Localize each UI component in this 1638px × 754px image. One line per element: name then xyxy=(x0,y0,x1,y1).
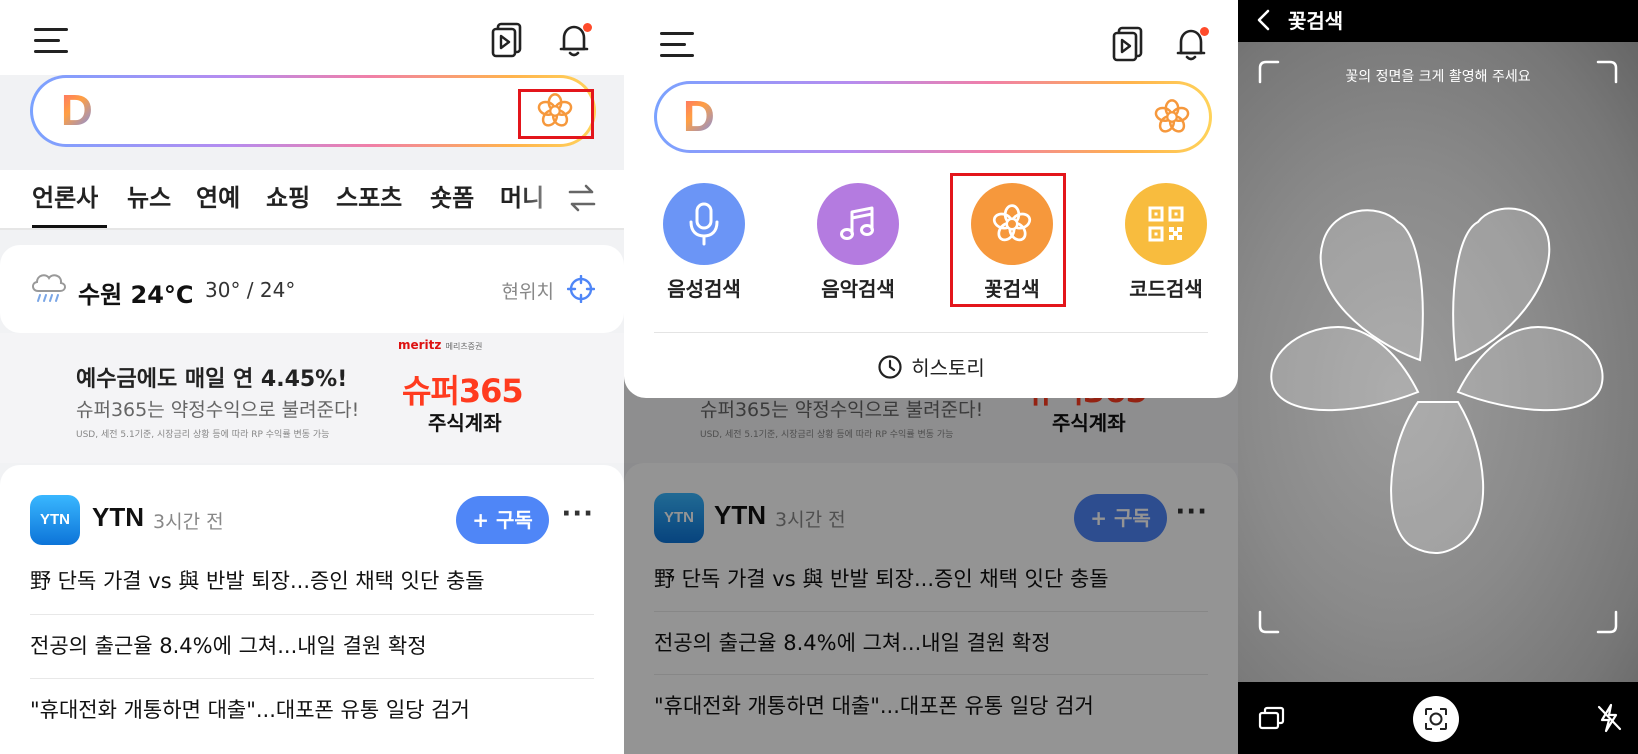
swap-arrows-icon[interactable] xyxy=(566,182,598,218)
tab-press[interactable]: 언론사 xyxy=(32,178,98,213)
shortform-video-icon[interactable] xyxy=(490,22,524,62)
daum-logo-icon: D xyxy=(61,86,93,135)
current-location-label[interactable]: 현위치 xyxy=(502,277,554,304)
top-bar xyxy=(0,0,624,75)
quick-search-dropdown: D 음성검색 음악검색 꽃검색 코드검색 히스토리 xyxy=(624,0,1238,398)
notification-bell-icon[interactable] xyxy=(558,22,592,62)
music-search-button[interactable]: 음악검색 xyxy=(803,183,913,302)
ad-brand-name: meritz xyxy=(398,338,442,352)
microphone-icon xyxy=(663,183,745,265)
music-note-icon xyxy=(817,183,899,265)
voice-search-button[interactable]: 음성검색 xyxy=(649,183,759,302)
location-target-icon[interactable] xyxy=(566,274,596,307)
flower-camera-screen: 꽃검색 꽃의 정면을 크게 촬영해 주세요 xyxy=(1238,0,1638,754)
history-button[interactable]: 히스토리 xyxy=(624,352,1238,381)
tab-sports[interactable]: 스포츠 xyxy=(336,178,402,213)
category-tabs: 언론사 뉴스 연예 쇼핑 스포츠 숏폼 머니 xyxy=(0,170,624,230)
search-box[interactable]: D xyxy=(654,81,1212,153)
qr-code-icon xyxy=(1125,183,1207,265)
voice-search-label: 음성검색 xyxy=(667,277,741,301)
camera-lens-icon xyxy=(1425,708,1447,730)
rain-cloud-icon xyxy=(28,265,70,311)
notification-bell-icon[interactable] xyxy=(1175,26,1209,66)
ad-brand: meritz 메리츠증권 xyxy=(398,338,482,352)
home-screen: D 언론사 뉴스 연예 쇼핑 스포츠 숏폼 머니 수원 24°C 30° / 2… xyxy=(0,0,624,754)
tab-news[interactable]: 뉴스 xyxy=(127,178,171,213)
weather-card[interactable]: 수원 24°C 30° / 24° 현위치 xyxy=(0,245,624,333)
page-title: 꽃검색 xyxy=(1288,9,1344,33)
press-name[interactable]: YTN xyxy=(92,502,144,533)
camera-header: 꽃검색 xyxy=(1238,0,1638,42)
camera-viewfinder[interactable]: 꽃의 정면을 크게 촬영해 주세요 xyxy=(1238,42,1638,682)
flower-guide-outline-icon xyxy=(1270,207,1604,554)
divider xyxy=(654,332,1208,333)
gallery-icon[interactable] xyxy=(1258,706,1286,736)
headline-link[interactable]: "휴대전화 개통하면 대출"...대포폰 유통 일당 검거 xyxy=(30,694,594,724)
ad-headline: 예수금에도 매일 연 4.45%! xyxy=(76,367,348,392)
tab-shortform[interactable]: 숏폼 xyxy=(430,178,474,213)
back-arrow-icon[interactable] xyxy=(1254,8,1274,36)
shutter-button[interactable] xyxy=(1413,696,1459,742)
music-search-label: 음악검색 xyxy=(821,277,895,301)
notification-dot xyxy=(1200,27,1209,36)
highlight-box xyxy=(950,173,1066,307)
headline-link[interactable]: 野 단독 가결 vs 與 반발 퇴장...증인 채택 잇단 충돌 xyxy=(30,565,594,595)
notification-dot xyxy=(583,23,592,32)
ad-logo-title: 슈퍼365 xyxy=(402,372,524,410)
history-label: 히스토리 xyxy=(911,356,985,380)
tab-shopping[interactable]: 쇼핑 xyxy=(266,178,310,213)
ad-banner[interactable]: 예수금에도 매일 연 4.45%! 슈퍼365는 약정수익으로 불려준다! US… xyxy=(0,333,624,463)
press-logo[interactable]: YTN xyxy=(30,495,80,545)
clock-icon xyxy=(878,355,902,379)
shortform-video-icon[interactable] xyxy=(1111,26,1145,66)
ad-brand-sub: 메리츠증권 xyxy=(445,342,483,351)
news-card: YTN YTN 3시간 전 + 구독 ··· 野 단독 가결 vs 與 반발 퇴… xyxy=(0,465,624,754)
press-time: 3시간 전 xyxy=(153,511,224,533)
ad-fine-print: USD, 세전 5.1기준, 시장금리 상황 등에 따라 RP 수익률 변동 가… xyxy=(76,430,330,440)
active-tab-indicator xyxy=(32,225,107,228)
daum-logo-icon: D xyxy=(683,92,715,141)
headline-link[interactable]: 전공의 출근율 8.4%에 그쳐...내일 결원 확정 xyxy=(30,630,594,660)
ad-subtext: 슈퍼365는 약정수익으로 불려준다! xyxy=(76,399,360,421)
code-search-label: 코드검색 xyxy=(1129,277,1203,301)
code-search-button[interactable]: 코드검색 xyxy=(1111,183,1221,302)
divider xyxy=(30,678,594,679)
search-box[interactable]: D xyxy=(30,75,596,147)
flower-search-icon[interactable] xyxy=(1153,98,1191,140)
weather-range: 30° / 24° xyxy=(205,278,296,302)
weather-city-temp: 수원 24°C xyxy=(78,281,194,309)
flash-off-icon[interactable] xyxy=(1594,702,1624,738)
menu-icon[interactable] xyxy=(34,26,70,56)
camera-controls xyxy=(1238,682,1638,754)
subscribe-button[interactable]: + 구독 xyxy=(456,496,549,544)
quick-search-screen: 예수금에도 매일 연 4.45%! 슈퍼365는 약정수익으로 불려준다! US… xyxy=(624,0,1238,754)
highlight-box xyxy=(518,89,594,139)
divider xyxy=(30,614,594,615)
menu-icon[interactable] xyxy=(660,30,696,60)
more-options-icon[interactable]: ··· xyxy=(561,499,594,529)
ad-logo-subtitle: 주식계좌 xyxy=(428,411,502,435)
tab-entertainment[interactable]: 연예 xyxy=(196,178,240,213)
